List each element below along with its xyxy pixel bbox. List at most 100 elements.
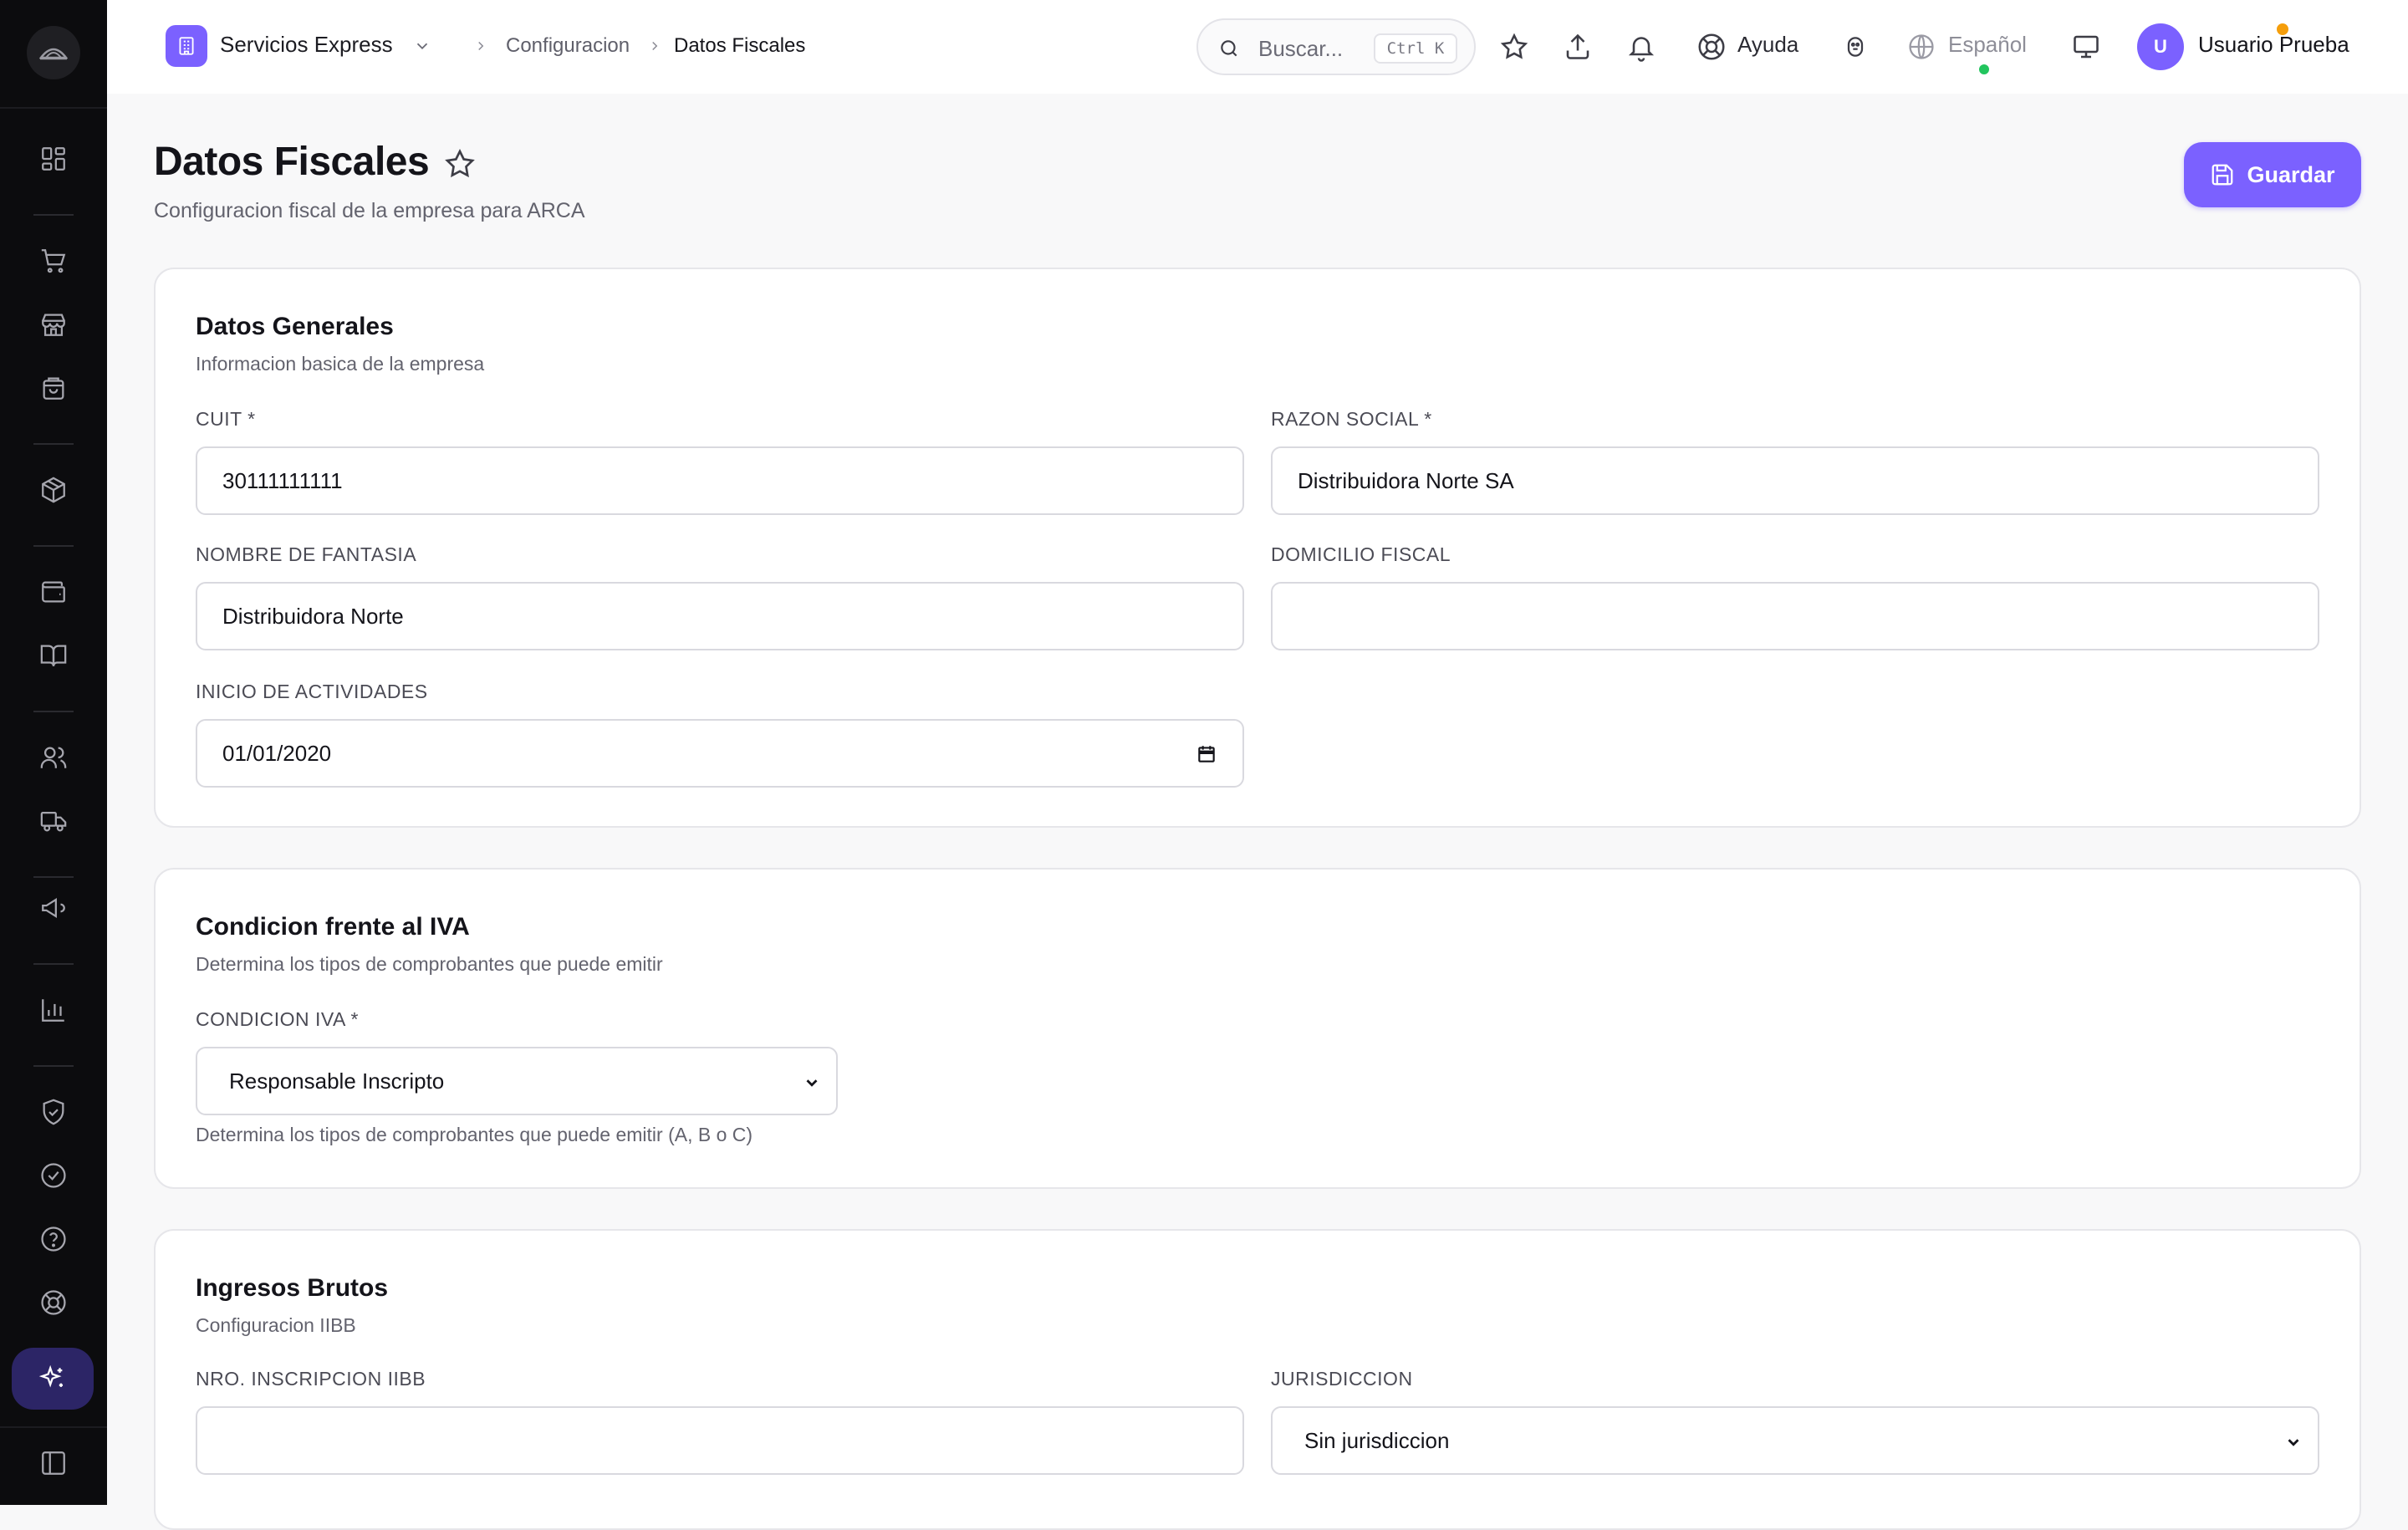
condicion-iva-value: Responsable Inscripto <box>229 1068 445 1094</box>
bot-icon <box>1847 37 1864 57</box>
app-logo[interactable] <box>27 26 80 79</box>
sparkles-icon <box>38 1364 64 1388</box>
sidebar-item-purchases[interactable] <box>33 368 74 408</box>
sidebar-item-accounting[interactable] <box>33 635 74 676</box>
nombre-fantasia-value: Distribuidora Norte <box>222 603 404 629</box>
star-icon <box>445 148 475 178</box>
save-button[interactable]: Guardar <box>2184 142 2361 207</box>
jurisdiccion-value: Sin jurisdiccion <box>1304 1427 1450 1453</box>
book-icon <box>40 645 67 666</box>
language-selector[interactable]: Español <box>1948 32 2027 58</box>
sidebar-separator <box>33 1065 74 1067</box>
page-subtitle: Configuracion fiscal de la empresa para … <box>154 199 585 222</box>
sidebar-item-store[interactable] <box>33 304 74 344</box>
domicilio-fiscal-label: DOMICILIO FISCAL <box>1271 543 1451 565</box>
breadcrumb-configuracion[interactable]: Configuracion <box>506 34 630 58</box>
ai-assistant-button[interactable] <box>12 1348 94 1410</box>
lifebuoy-icon <box>1698 33 1725 60</box>
monitor-icon <box>2074 35 2099 59</box>
search-box[interactable]: Buscar... Ctrl K <box>1196 18 1476 75</box>
date-picker-button[interactable] <box>1196 743 1217 765</box>
condicion-iva-select[interactable]: Responsable Inscripto <box>196 1047 838 1115</box>
sidebar-item-customers[interactable] <box>33 737 74 778</box>
sidebar-item-finance[interactable] <box>33 572 74 612</box>
sidebar-item-sales[interactable] <box>33 241 74 281</box>
card-description: Configuracion IIBB <box>196 1314 356 1336</box>
favorites-button[interactable] <box>1496 28 1533 65</box>
chevron-right-icon <box>652 41 658 51</box>
breadcrumb-current: Datos Fiscales <box>674 34 806 57</box>
inicio-actividades-value: 01/01/2020 <box>222 740 332 766</box>
card-title: Datos Generales <box>196 313 394 340</box>
sidebar-divider <box>0 1426 107 1428</box>
nro-iibb-input[interactable] <box>196 1406 1244 1475</box>
megaphone-icon <box>42 898 65 918</box>
help-label[interactable]: Ayuda <box>1737 32 1798 58</box>
condicion-iva-hint: Determina los tipos de comprobantes que … <box>196 1124 753 1145</box>
star-icon <box>1500 33 1528 59</box>
page-title: Datos Fiscales <box>154 140 430 184</box>
shield-check-icon <box>43 1099 64 1125</box>
inicio-actividades-input[interactable]: 01/01/2020 <box>196 719 1244 788</box>
nombre-fantasia-input[interactable]: Distribuidora Norte <box>196 582 1244 650</box>
building-icon <box>179 37 194 55</box>
nombre-fantasia-label: NOMBRE DE FANTASIA <box>196 543 417 565</box>
sidebar-item-products[interactable] <box>33 470 74 510</box>
search-icon <box>1221 40 1237 57</box>
status-online-dot <box>1977 62 1992 77</box>
jurisdiccion-select[interactable]: Sin jurisdiccion <box>1271 1406 2319 1475</box>
sidebar-separator <box>33 214 74 216</box>
package-icon <box>42 477 65 503</box>
bot-status-button[interactable] <box>1837 28 1874 65</box>
help-button[interactable] <box>1693 28 1730 65</box>
sidebar-divider <box>0 107 107 109</box>
domicilio-fiscal-input[interactable] <box>1271 582 2319 650</box>
breadcrumb-separator <box>473 38 488 54</box>
sidebar-item-support[interactable] <box>33 1283 74 1323</box>
share-button[interactable] <box>1559 28 1596 65</box>
cart-icon <box>41 249 66 273</box>
razon-social-label: RAZON SOCIAL * <box>1271 408 1432 430</box>
sidebar-separator <box>33 963 74 965</box>
truck-icon <box>40 811 67 832</box>
sidebar-separator <box>33 876 74 878</box>
chevron-down-icon <box>2288 1439 2299 1446</box>
card-datos-generales: Datos Generales Informacion basica de la… <box>154 268 2361 828</box>
check-circle-icon <box>41 1163 66 1188</box>
calendar-icon <box>1198 746 1215 762</box>
sidebar <box>0 0 107 1505</box>
sidebar-item-dashboard[interactable] <box>33 139 74 179</box>
save-icon <box>2212 164 2233 186</box>
cuit-label: CUIT * <box>196 408 256 430</box>
sidebar-item-help[interactable] <box>33 1219 74 1259</box>
favorite-page-button[interactable] <box>443 147 477 181</box>
shopping-bag-icon <box>43 377 64 400</box>
user-name[interactable]: Usuario Prueba <box>2198 32 2349 58</box>
bar-chart-icon <box>42 999 64 1022</box>
sidebar-item-suppliers[interactable] <box>33 801 74 841</box>
language-icon-button[interactable] <box>1903 28 1940 65</box>
lifebuoy-icon <box>41 1290 66 1315</box>
cuit-input[interactable]: 30111111111 <box>196 446 1244 515</box>
help-circle-icon <box>41 1227 66 1252</box>
user-avatar[interactable]: U <box>2137 23 2184 70</box>
sidebar-separator <box>33 545 74 547</box>
sidebar-item-reports[interactable] <box>33 990 74 1030</box>
sidebar-toggle-button[interactable] <box>33 1443 74 1483</box>
logo-icon <box>39 48 68 60</box>
sidebar-separator <box>33 443 74 445</box>
sidebar-item-security[interactable] <box>33 1092 74 1132</box>
cuit-value: 30111111111 <box>222 467 343 493</box>
notifications-button[interactable] <box>1623 28 1660 65</box>
search-placeholder: Buscar... <box>1258 36 1344 61</box>
display-mode-button[interactable] <box>2068 28 2104 65</box>
nro-iibb-label: NRO. INSCRIPCION IIBB <box>196 1368 426 1390</box>
sidebar-item-marketing[interactable] <box>33 888 74 928</box>
razon-social-input[interactable]: Distribuidora Norte SA <box>1271 446 2319 515</box>
wallet-icon <box>42 581 65 603</box>
workspace-avatar[interactable] <box>166 25 207 67</box>
sidebar-item-tasks[interactable] <box>33 1155 74 1196</box>
breadcrumb-separator <box>647 38 662 54</box>
workspace-switcher[interactable] <box>413 37 431 55</box>
workspace-name[interactable]: Servicios Express <box>220 32 393 58</box>
